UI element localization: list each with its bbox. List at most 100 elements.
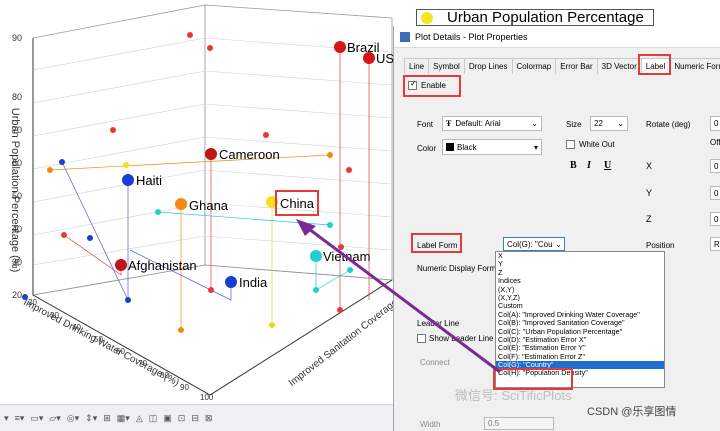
width-value: 0.5	[488, 419, 500, 428]
chevron-down-icon: ⌄	[555, 239, 562, 249]
x-axis-title: Improved Drinking Water Coverage (%)	[21, 297, 180, 389]
option-x[interactable]: X	[496, 251, 664, 260]
toolbar-icon[interactable]: ◎▾	[67, 413, 79, 424]
toolbar-icon[interactable]: ▱▾	[49, 413, 60, 424]
z-tick: 80	[12, 92, 22, 102]
label-cameroon: Cameroon	[219, 147, 280, 162]
underline-button[interactable]: U	[604, 160, 611, 171]
position-value: Ri	[714, 239, 720, 249]
position-label: Position	[646, 241, 675, 250]
option-z[interactable]: Z	[496, 268, 664, 277]
size-value: 22	[594, 119, 603, 128]
tab-drop-lines[interactable]: Drop Lines	[463, 58, 513, 74]
rotate-label: Rotate (deg)	[646, 120, 691, 129]
toolbar-icon[interactable]: ◬	[136, 413, 143, 424]
x-offset-label: X	[646, 161, 653, 171]
toolbar-icon[interactable]: ▣	[163, 413, 172, 424]
plot-details-dialog: Plot Details - Plot Properties Line Symb…	[393, 26, 720, 431]
tab-numeric-format[interactable]: Numeric Form	[669, 58, 720, 74]
toolbar-icon[interactable]: ⊞	[103, 413, 111, 424]
enable-highlight	[403, 75, 461, 97]
label-form-dropdown[interactable]: Col(G): "Cou ⌄	[503, 237, 565, 251]
size-dropdown[interactable]: 22 ⌄	[590, 116, 628, 131]
position-dropdown[interactable]: Ri	[710, 237, 720, 251]
size-label: Size	[566, 120, 582, 129]
numeric-display-format-label: Numeric Display Format	[417, 264, 503, 273]
point-india	[225, 276, 237, 288]
color-swatch	[446, 143, 454, 151]
color-dropdown[interactable]: Black ▾	[442, 139, 542, 155]
white-out-label: White Out	[579, 140, 615, 149]
label-form-highlight	[411, 233, 462, 253]
offset-label: Off	[710, 138, 720, 147]
toolbar-icon[interactable]: ▦▾	[117, 413, 130, 424]
color-label: Color	[417, 144, 437, 153]
option-indices[interactable]: Indices	[496, 276, 664, 285]
watermark-csdn: CSDN @乐享图情	[587, 406, 677, 418]
connect-label: Connect	[420, 358, 450, 367]
tab-3d-vector[interactable]: 3D Vector	[596, 58, 642, 74]
x-tick: 100	[200, 393, 214, 402]
y-offset-value: 0	[714, 188, 719, 198]
dialog-title: Plot Details - Plot Properties	[415, 31, 528, 42]
italic-button[interactable]: I	[587, 160, 591, 171]
x-offset-value: 0	[714, 161, 719, 171]
width-input[interactable]: 0.5	[484, 417, 554, 430]
z-tick: 20	[12, 290, 22, 300]
point-vietnam	[310, 250, 322, 262]
toolbar-icon[interactable]: ◫	[149, 413, 158, 424]
tab-error-bar[interactable]: Error Bar	[555, 58, 598, 74]
toolbar-icon[interactable]: ⊟	[191, 413, 199, 424]
z-offset-label: Z	[646, 214, 652, 224]
toolbar-icon[interactable]: ⊡	[178, 413, 186, 424]
toolbar-icon[interactable]: ≡▾	[15, 413, 25, 424]
y-offset-label: Y	[646, 188, 653, 198]
z-offset-input[interactable]: 0	[710, 212, 720, 226]
show-leader-line-checkbox[interactable]	[417, 334, 426, 343]
rotate-input[interactable]: 0	[710, 116, 720, 131]
toolbar-icon[interactable]: ▾	[4, 413, 9, 424]
label-tab-highlight	[638, 54, 671, 75]
option-xy[interactable]: (X,Y)	[496, 285, 664, 294]
x-axis-line	[32, 294, 211, 396]
tab-colormap[interactable]: Colormap	[511, 58, 557, 74]
point-afghanistan	[115, 259, 127, 271]
label-vietnam: Vietnam	[323, 249, 370, 264]
label-afghanistan: Afghanistan	[128, 258, 197, 273]
white-out-checkbox[interactable]	[566, 140, 575, 149]
leader-line-label: Leader Line	[417, 319, 460, 328]
font-dropdown[interactable]: Ŧ Default: Arial ⌄	[442, 116, 542, 131]
rotate-value: 0	[714, 119, 719, 128]
app-icon	[400, 31, 410, 42]
width-label: Width	[420, 420, 441, 429]
chevron-down-icon: ▾	[533, 142, 538, 152]
legend-symbol	[421, 11, 433, 24]
toolbar-icon[interactable]: ⇕▾	[85, 413, 97, 424]
back-wall-left	[32, 4, 206, 296]
point-brazil	[334, 41, 346, 53]
label-brazil: Brazil	[347, 40, 380, 55]
y-offset-input[interactable]: 0	[710, 186, 720, 200]
x-offset-input[interactable]: 0	[710, 159, 720, 173]
tab-strip: Line Symbol Drop Lines Colormap Error Ba…	[404, 58, 720, 74]
legend-label: Urban Population Percentage	[447, 9, 644, 26]
label-india: India	[239, 275, 268, 290]
z-tick: 90	[12, 33, 22, 43]
tab-line[interactable]: Line	[404, 58, 430, 74]
bold-button[interactable]: B	[570, 160, 577, 171]
option-y[interactable]: Y	[496, 259, 664, 268]
chart-legend: Urban Population Percentage	[416, 9, 654, 26]
point-cameroon	[205, 148, 217, 160]
font-value: Default: Arial	[455, 119, 501, 128]
point-haiti	[122, 174, 134, 186]
chevron-down-icon: ⌄	[617, 119, 624, 128]
z-offset-value: 0	[714, 214, 719, 224]
tab-symbol[interactable]: Symbol	[428, 58, 465, 74]
z-axis-title: Urban Population Percentage (%)	[9, 108, 21, 272]
bottom-toolbar: ▾ ≡▾ ▭▾ ▱▾ ◎▾ ⇕▾ ⊞ ▦▾ ◬ ◫ ▣ ⊡ ⊟ ⊠	[0, 404, 393, 431]
toolbar-icon[interactable]: ⊠	[205, 413, 213, 424]
toolbar-icon[interactable]: ▭▾	[30, 413, 43, 424]
label-us: US	[376, 51, 393, 66]
label-ghana: Ghana	[189, 198, 229, 213]
dialog-titlebar: Plot Details - Plot Properties	[394, 26, 720, 48]
